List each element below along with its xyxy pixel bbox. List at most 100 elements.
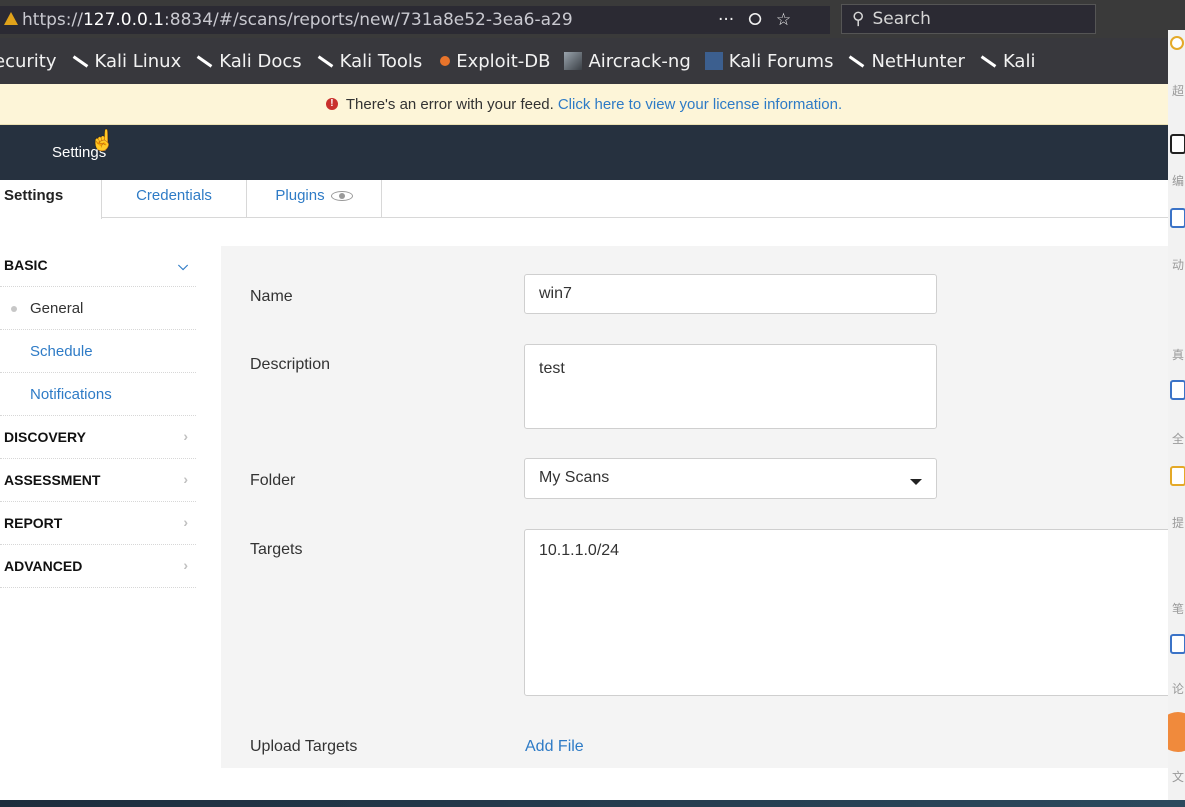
pocket-icon[interactable]: ⭘ [748,6,762,34]
side-tool-strip: 超 编 动 真 全 提 笔 论 文 [1168,30,1185,807]
tool-label: 提 [1172,516,1185,530]
bookmark-kali-linux[interactable]: Kali Linux [71,51,182,72]
bookmark-kali-docs[interactable]: Kali Docs [195,51,301,72]
sidebar-section-label: BASIC [4,257,48,273]
assistant-bubble-icon[interactable] [1168,712,1185,752]
search-input[interactable]: ⚲ Search [841,4,1096,34]
screen: https://127.0.0.1:8834/#/scans/reports/n… [0,0,1185,807]
exploit-db-icon [440,56,451,66]
kali-dragon-icon [316,52,334,70]
app-header: Settings [0,125,1168,180]
bookmark-label: Aircrack-ng [588,50,691,72]
tool-label: 编 [1172,174,1185,188]
url-fade [600,6,700,34]
tab-plugins-label: Plugins [275,187,325,204]
page-actions-icon[interactable]: ··· [718,6,734,34]
settings-sidebar: BASIC ⌵ General Schedule Notifications D… [0,244,196,588]
sidebar-section-label: DISCOVERY [4,429,86,445]
bookmark-label: Exploit-DB [456,50,551,72]
sidebar-item-label: Schedule [30,342,93,360]
bookmark-label: NetHunter [871,50,965,72]
kali-dragon-icon [847,52,865,70]
bookmark-label: Kali Linux [94,50,182,72]
bookmark-kali-forums[interactable]: Kali Forums [704,50,834,72]
tab-plugins[interactable]: Plugins [247,180,382,218]
bookmark-exploit-db[interactable]: Exploit-DB [436,51,550,72]
feed-error-banner: ! There's an error with your feed. Click… [0,84,1168,125]
kali-dragon-icon [195,52,213,70]
hand-cursor-icon: ☝ [90,130,115,152]
bookmark-kali[interactable]: Kali [979,51,1036,72]
sidebar-item-general[interactable]: General [0,287,196,330]
sidebar-section-basic[interactable]: BASIC ⌵ [0,244,196,287]
bookmark-kali-tools[interactable]: Kali Tools [316,51,423,72]
kali-dragon-icon [979,52,997,70]
bookmark-star-icon[interactable]: ☆ [776,6,791,34]
sidebar-section-discovery[interactable]: DISCOVERY › [0,416,196,459]
document-icon[interactable] [1170,134,1185,154]
scan-tabs: Settings Credentials Plugins [0,180,1168,219]
sidebar-section-advanced[interactable]: ADVANCED › [0,545,196,588]
bookmark-label: ecurity [0,50,57,72]
targets-textarea[interactable]: 10.1.1.0/24 [524,529,1172,696]
folder-select[interactable]: My Scans [524,458,937,499]
error-icon: ! [325,98,338,110]
bookmark-label: Kali Forums [728,50,834,72]
banner-message: There's an error with your feed. [345,95,554,113]
sidebar-bottom [0,770,221,800]
name-label: Name [250,288,293,305]
bookmark-nethunter[interactable]: NetHunter [847,51,964,72]
name-input[interactable]: win7 [524,274,937,314]
sidebar-section-label: REPORT [4,515,63,531]
chevron-right-icon: › [183,514,188,530]
sidebar-section-label: ADVANCED [4,558,83,574]
tool-label: 超 [1172,84,1185,98]
description-textarea[interactable]: test [524,344,937,429]
sidebar-section-label: ASSESSMENT [4,472,101,488]
bottom-taskbar-edge [0,800,1185,807]
sidebar-item-schedule[interactable]: Schedule [0,330,196,373]
sidebar-item-label: Notifications [30,385,112,403]
tool-label: 文 [1172,770,1185,784]
description-label: Description [250,356,331,373]
folder-label: Folder [250,472,296,489]
url-path: :8834/#/scans/reports/new/731a8e52-3ea6-… [164,10,573,30]
insecure-warning-icon[interactable] [4,12,18,25]
bookmark-aircrack-ng[interactable]: Aircrack-ng [564,50,691,72]
license-info-link[interactable]: Click here to view your license informat… [558,96,842,113]
tab-settings[interactable]: Settings [0,180,102,219]
sidebar-item-notifications[interactable]: Notifications [0,373,196,416]
bookmark-label: Kali Tools [339,50,423,72]
url-actions: ··· ⭘ ☆ [718,6,791,34]
bookmark-security[interactable]: ecurity [0,51,57,72]
upload-targets-label: Upload Targets [250,738,358,755]
eye-icon [330,191,353,202]
tool-label: 笔 [1172,602,1185,616]
kali-forums-icon [704,52,723,70]
add-file-link[interactable]: Add File [525,738,584,756]
crop-icon[interactable] [1170,380,1185,400]
notification-badge-icon[interactable] [1170,36,1184,50]
bookmark-label: Kali Docs [219,50,302,72]
general-settings-panel: Name win7 Description test Folder My Sca… [221,246,1172,768]
sidebar-section-assessment[interactable]: ASSESSMENT › [0,459,196,502]
tool-label: 全 [1172,432,1185,446]
aircrack-icon [564,52,583,70]
chevron-right-icon: › [183,428,188,444]
tab-credentials[interactable]: Credentials [102,180,247,218]
edit-icon[interactable] [1170,208,1185,228]
chevron-right-icon: › [183,557,188,573]
folder-selected-value: My Scans [539,469,610,486]
search-placeholder: Search [872,9,931,29]
url-field[interactable]: https://127.0.0.1:8834/#/scans/reports/n… [0,6,830,34]
sidebar-item-label: General [30,299,84,317]
url-prefix: https:// [22,10,83,30]
chevron-down-icon: ⌵ [178,258,188,273]
caret-down-icon [910,479,922,485]
bookmarks-toolbar: ecurity Kali Linux Kali Docs Kali Tools … [0,38,1185,84]
sidebar-section-report[interactable]: REPORT › [0,502,196,545]
pen-icon[interactable] [1170,634,1185,654]
browser-toolbar: https://127.0.0.1:8834/#/scans/reports/n… [0,0,1185,38]
tool-label: 真 [1172,348,1185,362]
note-icon[interactable] [1170,466,1185,486]
